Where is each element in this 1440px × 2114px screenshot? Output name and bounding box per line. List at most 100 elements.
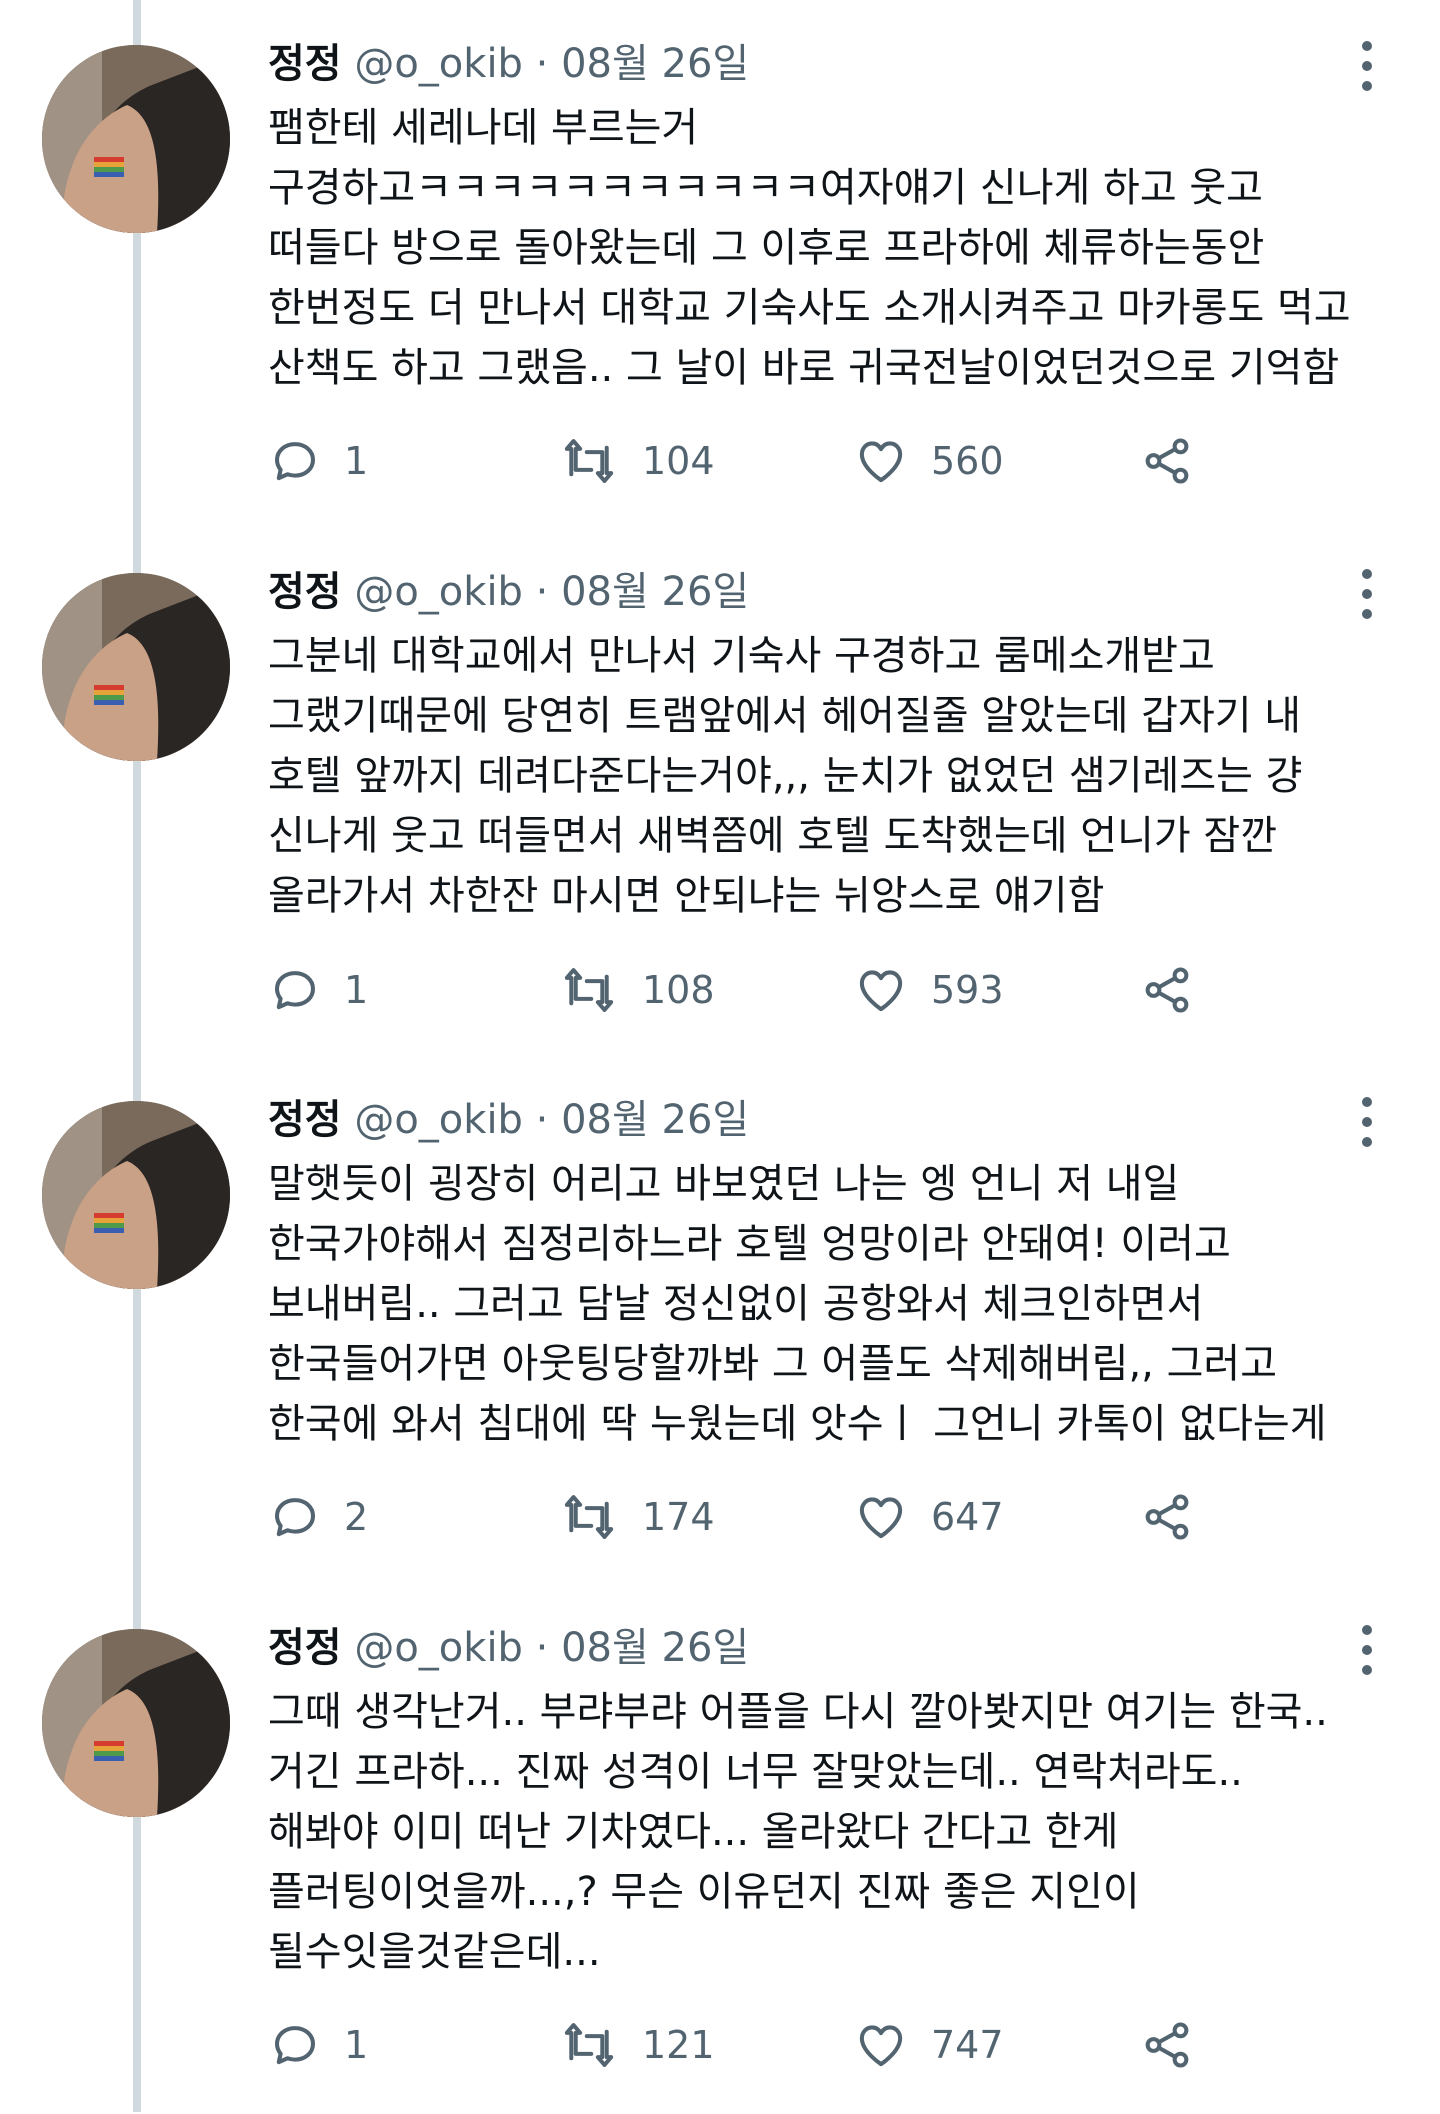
tweet-actions: 1 104 560 (268, 425, 1268, 497)
avatar-image (42, 1101, 230, 1289)
tweet-text-line: 호텔 앞까지 데려다준다는거야,,, 눈치가 없었던 샘기레즈는 걍 (268, 753, 1303, 799)
share-button[interactable] (1140, 2009, 1194, 2081)
retweet-count: 174 (642, 1495, 715, 1539)
tweet[interactable]: 정정 @o_okib · 08월 26일 그때 생각난거.. 부랴부랴 어플을 … (0, 1584, 1440, 2114)
header-separator: · (535, 1625, 549, 1671)
user-handle[interactable]: @o_okib (354, 1097, 523, 1143)
tweet-header: 정정 @o_okib · 08월 26일 (268, 32, 749, 96)
reply-count: 2 (344, 1495, 369, 1539)
tweet[interactable]: 정정 @o_okib · 08월 26일 말햇듯이 굉장히 어리고 바보였던 나… (0, 1056, 1440, 1586)
reply-bubble-icon (274, 442, 316, 481)
retweet-button[interactable]: 174 (558, 1481, 715, 1553)
reply-bubble-icon (274, 1498, 316, 1537)
user-handle[interactable]: @o_okib (354, 1625, 523, 1671)
tweet-text-line: 한국들어가면 아웃팅당할까봐 그 어플도 삭제해버림,, 그러고 (268, 1341, 1278, 1387)
more-vertical-icon[interactable] (1352, 38, 1382, 94)
avatar[interactable] (42, 573, 230, 761)
retweet-icon (564, 2023, 614, 2067)
header-separator: · (535, 41, 549, 87)
avatar-image (42, 1629, 230, 1817)
tweet-text-line: 팸한테 세레나데 부르는거 (268, 105, 699, 151)
header-separator: · (535, 1097, 549, 1143)
tweet-text: 팸한테 세레나데 부르는거 구경하고ㅋㅋㅋㅋㅋㅋㅋㅋㅋㅋㅋ여자얘기 신나게 하고… (268, 98, 1408, 398)
tweet-text-line: 떠들다 방으로 돌아왔는데 그 이후로 프라하에 체류하는동안 (268, 225, 1265, 271)
share-icon (1145, 1494, 1189, 1540)
share-button[interactable] (1140, 1481, 1194, 1553)
like-button[interactable]: 647 (853, 1481, 1004, 1553)
tweet-actions: 1 121 747 (268, 2009, 1268, 2081)
avatar[interactable] (42, 45, 230, 233)
tweet-text-line: 플러팅이엇을까...,? 무슨 이유던지 진짜 좋은 지인이 (268, 1869, 1140, 1915)
tweet-date[interactable]: 08월 26일 (561, 569, 749, 615)
reply-bubble-icon (274, 971, 316, 1010)
tweet[interactable]: 정정 @o_okib · 08월 26일 팸한테 세레나데 부르는거 구경하고ㅋ… (0, 0, 1440, 530)
retweet-count: 104 (642, 439, 715, 483)
tweet-date[interactable]: 08월 26일 (561, 1625, 749, 1671)
user-handle[interactable]: @o_okib (354, 41, 523, 87)
like-button[interactable]: 593 (853, 954, 1004, 1026)
retweet-icon (564, 968, 614, 1012)
like-count: 747 (931, 2023, 1004, 2067)
retweet-button[interactable]: 108 (558, 954, 715, 1026)
display-name[interactable]: 정정 (268, 41, 342, 87)
tweet-text-line: 거긴 프라하... 진짜 성격이 너무 잘맞았는데.. 연락처라도.. (268, 1749, 1243, 1795)
reply-button[interactable]: 1 (268, 954, 368, 1026)
reply-button[interactable]: 1 (268, 2009, 368, 2081)
display-name[interactable]: 정정 (268, 1625, 342, 1671)
tweet-text-line: 한번정도 더 만나서 대학교 기숙사도 소개시켜주고 마카롱도 먹고 (268, 285, 1351, 331)
more-vertical-icon[interactable] (1352, 566, 1382, 622)
like-count: 560 (931, 439, 1004, 483)
retweet-count: 108 (642, 968, 715, 1012)
display-name[interactable]: 정정 (268, 569, 342, 615)
tweet-text: 그분네 대학교에서 만나서 기숙사 구경하고 룸메소개받고 그랬기때문에 당연히… (268, 626, 1408, 926)
avatar-image (42, 45, 230, 233)
share-icon (1145, 967, 1189, 1013)
tweet-text-line: 올라가서 차한잔 마시면 안되냐는 뉘앙스로 얘기함 (268, 873, 1105, 919)
more-vertical-icon[interactable] (1352, 1622, 1382, 1678)
tweet-actions: 2 174 647 (268, 1481, 1268, 1553)
retweet-icon (564, 439, 614, 483)
tweet-text-line: 보내버림.. 그러고 담날 정신없이 공항와서 체크인하면서 (268, 1281, 1204, 1327)
reply-button[interactable]: 1 (268, 425, 368, 497)
heart-icon (859, 2025, 903, 2067)
retweet-count: 121 (642, 2023, 715, 2067)
reply-count: 1 (344, 2023, 369, 2067)
reply-count: 1 (344, 968, 369, 1012)
tweet-text-line: 말햇듯이 굉장히 어리고 바보였던 나는 엥 언니 저 내일 (268, 1161, 1180, 1207)
retweet-button[interactable]: 104 (558, 425, 715, 497)
like-button[interactable]: 560 (853, 425, 1004, 497)
retweet-button[interactable]: 121 (558, 2009, 715, 2081)
more-vertical-icon[interactable] (1352, 1094, 1382, 1150)
tweet-text-line: 구경하고ㅋㅋㅋㅋㅋㅋㅋㅋㅋㅋㅋ여자얘기 신나게 하고 웃고 (268, 165, 1263, 211)
like-button[interactable]: 747 (853, 2009, 1004, 2081)
tweet-text-line: 한국가야해서 짐정리하느라 호텔 엉망이라 안돼여! 이러고 (268, 1221, 1231, 1267)
heart-icon (859, 441, 903, 483)
tweet-header: 정정 @o_okib · 08월 26일 (268, 1088, 749, 1152)
share-button[interactable] (1140, 954, 1194, 1026)
avatar[interactable] (42, 1629, 230, 1817)
header-separator: · (535, 569, 549, 615)
share-icon (1145, 2022, 1189, 2068)
tweet-text-line: 해봐야 이미 떠난 기차였다... 올라왔다 간다고 한게 (268, 1809, 1119, 1855)
like-count: 647 (931, 1495, 1004, 1539)
tweet-text-line: 그랬기때문에 당연히 트램앞에서 헤어질줄 알았는데 갑자기 내 (268, 693, 1302, 739)
share-button[interactable] (1140, 425, 1194, 497)
reply-button[interactable]: 2 (268, 1481, 368, 1553)
tweet-actions: 1 108 593 (268, 954, 1268, 1026)
display-name[interactable]: 정정 (268, 1097, 342, 1143)
heart-icon (859, 1497, 903, 1539)
tweet-text-line: 신나게 웃고 떠들면서 새벽쯤에 호텔 도착했는데 언니가 잠깐 (268, 813, 1278, 859)
tweet-text-line: 그때 생각난거.. 부랴부랴 어플을 다시 깔아봣지만 여기는 한국.. (268, 1689, 1328, 1735)
tweet-text-line: 될수잇을것같은데... (268, 1929, 601, 1975)
tweet-header: 정정 @o_okib · 08월 26일 (268, 560, 749, 624)
tweet-text: 그때 생각난거.. 부랴부랴 어플을 다시 깔아봣지만 여기는 한국.. 거긴 … (268, 1682, 1408, 1982)
tweet-date[interactable]: 08월 26일 (561, 1097, 749, 1143)
like-count: 593 (931, 968, 1004, 1012)
retweet-icon (564, 1495, 614, 1539)
avatar[interactable] (42, 1101, 230, 1289)
tweet-text-line: 산책도 하고 그랬음.. 그 날이 바로 귀국전날이었던것으로 기억함 (268, 345, 1340, 391)
avatar-image (42, 573, 230, 761)
user-handle[interactable]: @o_okib (354, 569, 523, 615)
tweet-date[interactable]: 08월 26일 (561, 41, 749, 87)
tweet[interactable]: 정정 @o_okib · 08월 26일 그분네 대학교에서 만나서 기숙사 구… (0, 528, 1440, 1058)
